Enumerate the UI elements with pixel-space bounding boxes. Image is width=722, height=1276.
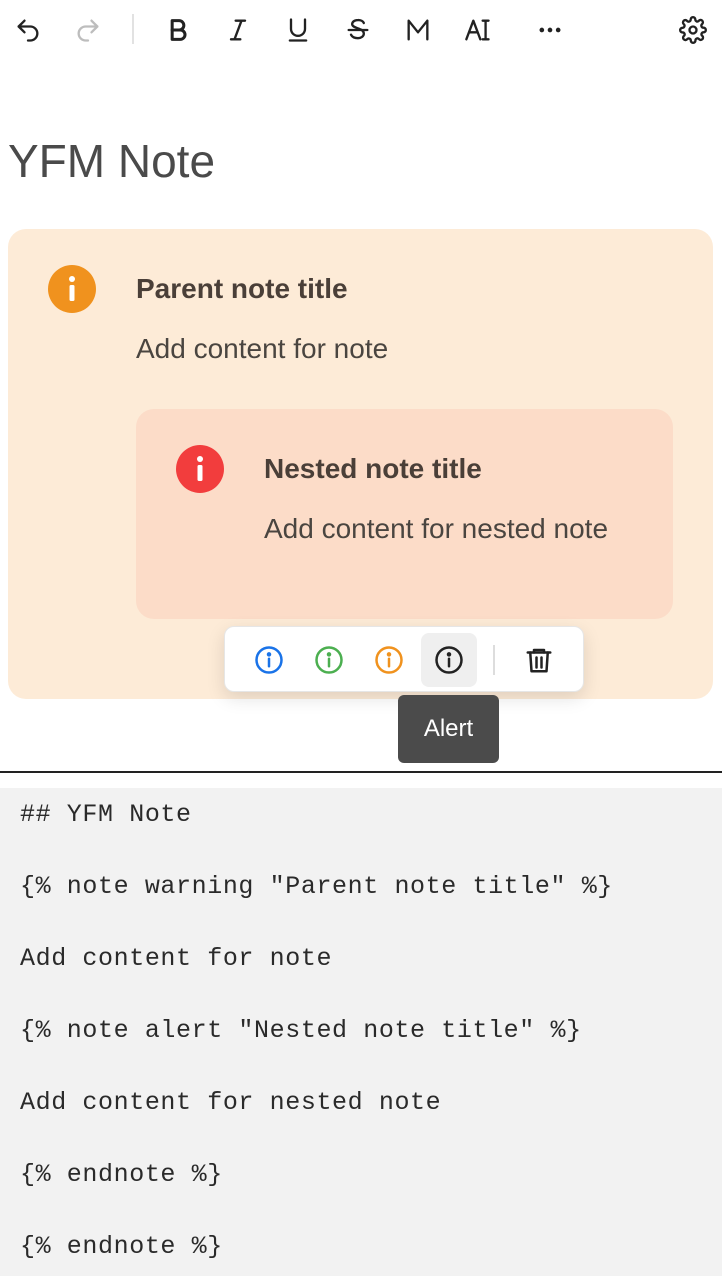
undo-button[interactable] [8, 10, 48, 50]
note-tip-button[interactable] [301, 633, 357, 687]
italic-button[interactable] [218, 10, 258, 50]
undo-icon [17, 19, 39, 42]
settings-button[interactable] [673, 10, 713, 50]
redo-icon [77, 19, 99, 42]
pane-divider [0, 771, 722, 773]
note-alert-button[interactable] [421, 633, 477, 687]
text-type-icon [465, 19, 490, 41]
parent-note-content[interactable]: Add content for note [136, 333, 388, 365]
markup-line[interactable]: {% note warning "Parent note title" %} [20, 872, 613, 901]
italic-icon [229, 19, 247, 41]
underline-button[interactable] [278, 10, 318, 50]
editor-toolbar [0, 0, 722, 60]
bold-button[interactable] [158, 10, 198, 50]
note-type-popup [224, 626, 584, 692]
markup-line[interactable]: {% note alert "Nested note title" %} [20, 1016, 582, 1045]
note-info-button[interactable] [241, 633, 297, 687]
alert-icon [176, 445, 224, 493]
parent-note-title[interactable]: Parent note title [136, 273, 348, 305]
markup-pane[interactable]: ## YFM Note {% note warning "Parent note… [0, 788, 722, 1276]
toolbar-separator [132, 14, 134, 44]
info-icon [255, 646, 283, 674]
tooltip: Alert [398, 695, 499, 763]
nested-note[interactable]: Nested note title Add content for nested… [136, 409, 673, 619]
alert-info-icon [435, 646, 463, 674]
redo-button[interactable] [68, 10, 108, 50]
strikethrough-button[interactable] [338, 10, 378, 50]
strikethrough-icon [347, 18, 369, 40]
nested-note-title[interactable]: Nested note title [264, 453, 482, 485]
document-title[interactable]: YFM Note [8, 134, 215, 188]
delete-note-button[interactable] [511, 633, 567, 687]
tip-icon [315, 646, 343, 674]
markup-line[interactable]: {% endnote %} [20, 1160, 223, 1189]
more-button[interactable] [530, 10, 570, 50]
markup-line[interactable]: {% endnote %} [20, 1232, 223, 1261]
more-icon [539, 27, 561, 33]
underline-icon [288, 18, 308, 42]
trash-icon [526, 648, 552, 673]
markup-line[interactable]: Add content for nested note [20, 1088, 441, 1117]
markup-line[interactable]: ## YFM Note [20, 800, 192, 829]
popup-separator [493, 645, 495, 675]
monospace-button[interactable] [398, 10, 438, 50]
markup-line[interactable]: Add content for note [20, 944, 332, 973]
nested-note-content[interactable]: Add content for nested note [264, 513, 608, 545]
text-type-button[interactable] [458, 10, 498, 50]
note-warning-button[interactable] [361, 633, 417, 687]
bold-icon [170, 19, 187, 41]
warning-icon [48, 265, 96, 313]
monospace-icon [407, 19, 429, 41]
settings-icon [679, 16, 707, 44]
warning-info-icon [375, 646, 403, 674]
